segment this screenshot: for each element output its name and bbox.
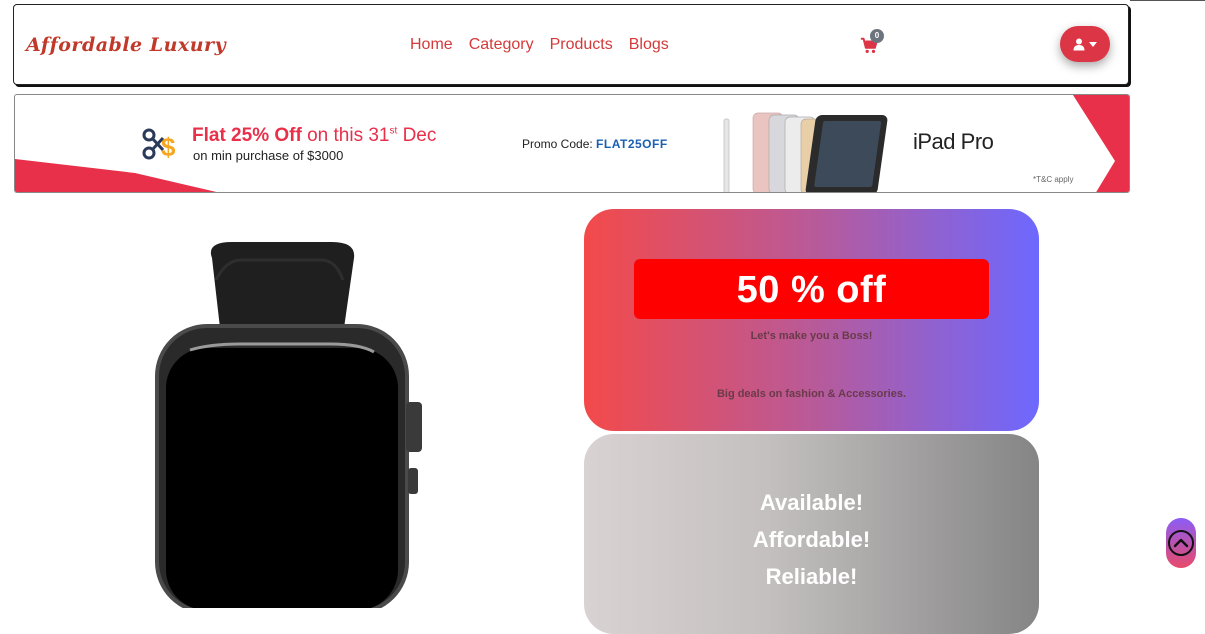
nav-link-home[interactable]: Home [410, 36, 453, 54]
discount-badge[interactable]: 50 % off [634, 259, 989, 319]
banner-date-suffix: st [389, 125, 398, 137]
cart-count-badge: 0 [870, 29, 884, 43]
discount-icon: $ [142, 128, 175, 162]
banner-min-purchase: on min purchase of $3000 [193, 148, 344, 163]
user-menu-button[interactable] [1060, 26, 1110, 62]
promo-banner[interactable]: $ Flat 25% Off on this 31st Dec on min p… [14, 94, 1130, 193]
chevron-up-icon [1168, 530, 1194, 556]
deal-description: Big deals on fashion & Accessories. [716, 388, 907, 400]
scroll-to-top-button[interactable] [1166, 518, 1196, 568]
slogan-list: Available! Affordable! Reliable! [584, 484, 1039, 595]
ipad-product-image [723, 112, 888, 192]
svg-text:$: $ [161, 132, 175, 162]
nav-links: Home Category Products Blogs [410, 36, 669, 54]
brand-logo[interactable]: Affordable Luxury [26, 34, 226, 56]
banner-date: on this 31 [307, 125, 390, 146]
ipad-pro-label: iPad Pro [913, 129, 994, 154]
deal-card-slogans: Available! Affordable! Reliable! [584, 434, 1039, 634]
navbar: Affordable Luxury Home Category Products… [13, 4, 1129, 85]
banner-month: Dec [402, 125, 437, 146]
smartwatch-image [155, 242, 422, 608]
banner-headline: Flat 25% Off on this 31st Dec [192, 125, 436, 147]
promo-code-line: Promo Code: FLAT25OFF [522, 137, 668, 151]
nav-link-products[interactable]: Products [550, 36, 613, 54]
deal-card-discount: 50 % off Let's make you a Boss! Big deal… [584, 209, 1039, 431]
slogan-reliable: Reliable! [765, 564, 858, 589]
banner-flat-off: Flat 25% Off [192, 125, 302, 146]
slogan-available: Available! [759, 490, 864, 515]
nav-link-category[interactable]: Category [469, 36, 534, 54]
terms-note: *T&C apply [1033, 175, 1074, 184]
caret-down-icon [1089, 41, 1097, 47]
top-divider [1130, 0, 1205, 1]
slogan-affordable: Affordable! [752, 527, 871, 552]
deal-tagline: Let's make you a Boss! [750, 330, 873, 342]
promo-code-value: FLAT25OFF [596, 137, 668, 151]
user-icon [1073, 38, 1085, 50]
nav-link-blogs[interactable]: Blogs [629, 36, 669, 54]
promo-code-label: Promo Code: [522, 137, 593, 151]
